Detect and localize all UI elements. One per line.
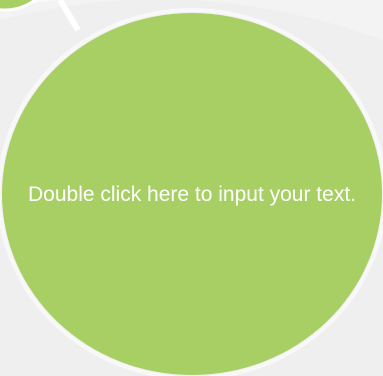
- main-node-circle[interactable]: Double click here to input your text.: [2, 13, 382, 375]
- main-node-text[interactable]: Double click here to input your text.: [22, 181, 362, 208]
- diagram-canvas: Double click here to input your text.: [0, 0, 383, 376]
